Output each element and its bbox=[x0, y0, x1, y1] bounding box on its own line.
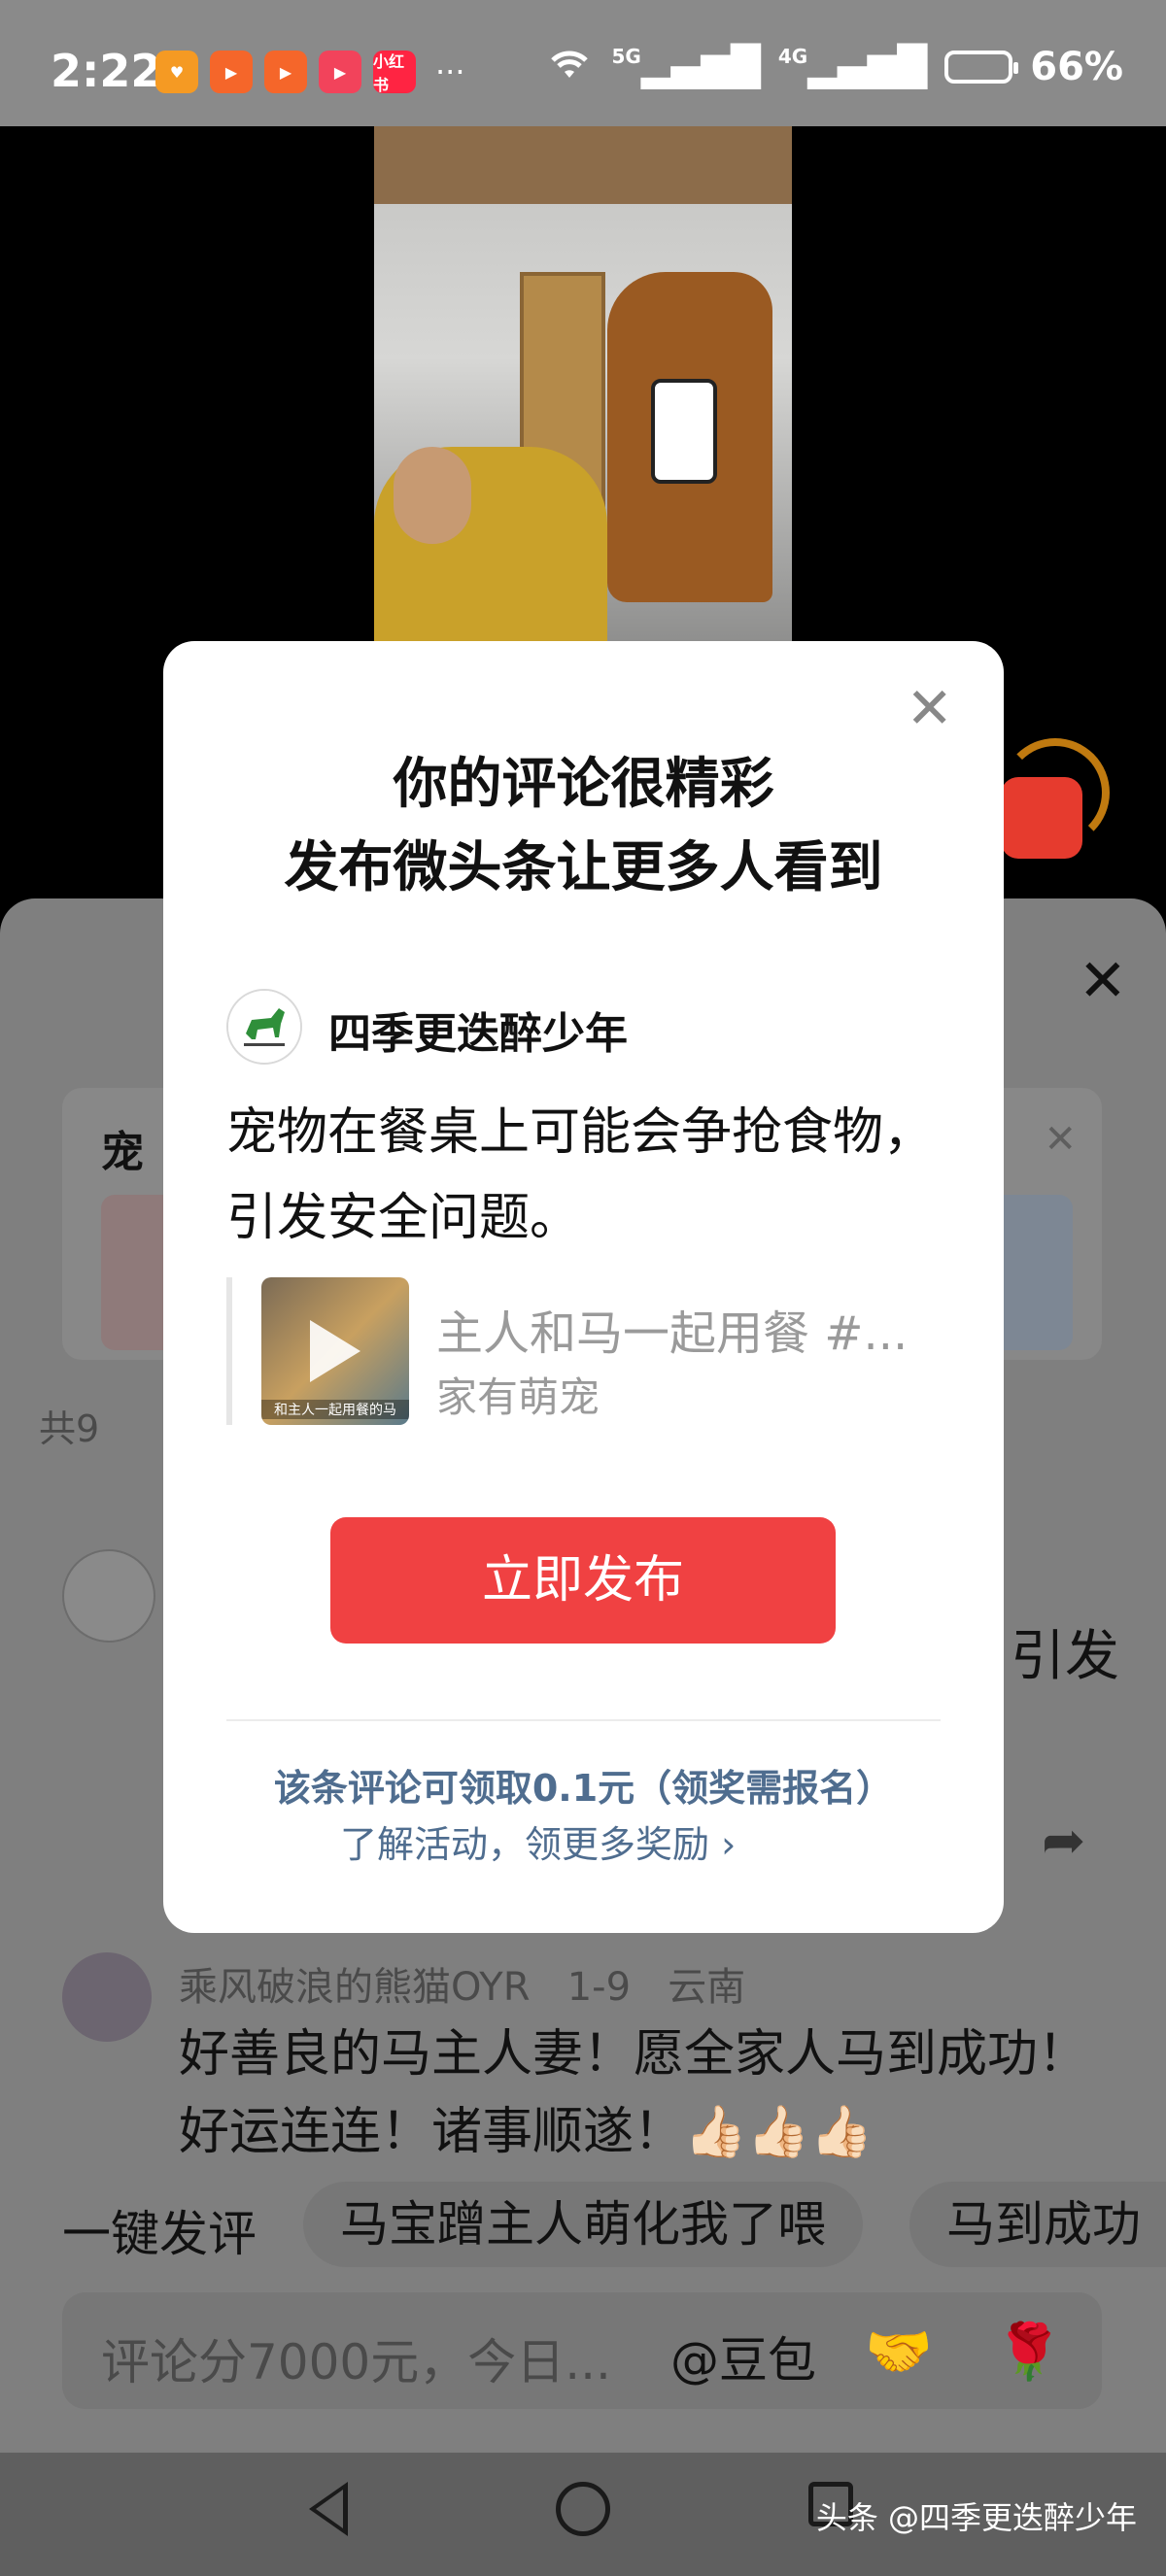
avatar[interactable] bbox=[62, 1549, 155, 1643]
video-frame[interactable] bbox=[374, 126, 792, 641]
comment-meta: 乘风破浪的熊猫OYR 1-9 云南 bbox=[179, 1955, 745, 2012]
reward-activity-link[interactable]: 了解活动，领更多奖励 › bbox=[340, 1814, 736, 1868]
status-time: 2:22 bbox=[51, 45, 162, 97]
status-indicators: 5G▂▄▆█ 4G▂▄▆█ 66% bbox=[545, 45, 1123, 89]
status-bar: 2:22 ♥ ▶ ▶ ▶ 小红书 ··· 5G▂▄▆█ 4G▂▄▆█ 66% bbox=[0, 0, 1166, 126]
quick-reply-chip[interactable]: 马宝蹭主人萌化我了喂 bbox=[303, 2182, 863, 2267]
quoted-video-source: 家有萌宠 bbox=[436, 1373, 600, 1421]
signal-5g-icon: 5G▂▄▆█ bbox=[611, 45, 761, 89]
kuaishou-lite-app-icon: ▶ bbox=[264, 51, 307, 93]
publish-button[interactable]: 立即发布 bbox=[330, 1517, 836, 1644]
battery-level: 66% bbox=[1030, 45, 1123, 89]
author-name: 四季更迭醉少年 bbox=[328, 1009, 628, 1059]
mention-doubao-button[interactable]: @豆包 bbox=[670, 2322, 816, 2391]
dialog-title-line1: 你的评论很精彩 bbox=[393, 753, 774, 816]
wifi-icon bbox=[545, 45, 594, 89]
quick-reply-chip[interactable]: 马到成功 bbox=[909, 2182, 1166, 2267]
comment-input-bar: 评论分7000元，今日... @豆包 🤝 🌹 bbox=[0, 2273, 1166, 2453]
avatar bbox=[226, 989, 302, 1065]
watermark: 头条 @四季更迭醉少年 bbox=[815, 2499, 1137, 2536]
quoted-video-title: 主人和马一起用餐 #... bbox=[436, 1306, 909, 1361]
more-notifications-icon: ··· bbox=[435, 53, 465, 90]
video-app-icon: ▶ bbox=[319, 51, 361, 93]
system-nav-bar: 头条 @四季更迭醉少年 bbox=[0, 2453, 1166, 2576]
comment-location: 云南 bbox=[668, 1965, 746, 2010]
heart-app-icon: ♥ bbox=[155, 51, 198, 93]
video-thumbnail[interactable]: 和主人一起用餐的马 bbox=[261, 1277, 409, 1425]
divider bbox=[226, 1719, 941, 1721]
quick-reply-bar: 一键发评 马宝蹭主人萌化我了喂 马到成功 bbox=[0, 2176, 1166, 2273]
kuaishou-app-icon: ▶ bbox=[210, 51, 253, 93]
xiaohongshu-app-icon: 小红书 bbox=[373, 51, 416, 94]
battery-icon bbox=[944, 51, 1019, 84]
home-icon[interactable] bbox=[556, 2482, 610, 2536]
handshake-emoji-icon[interactable]: 🤝 bbox=[865, 2320, 933, 2384]
phone-sticker bbox=[651, 379, 717, 484]
quoted-video[interactable]: 和主人一起用餐的马 主人和马一起用餐 #... 家有萌宠 bbox=[226, 1277, 951, 1425]
dialog-title-line2: 发布微头条让更多人看到 bbox=[284, 836, 883, 899]
thumbnail-caption: 和主人一起用餐的马 bbox=[261, 1400, 409, 1419]
comment-input[interactable]: 评论分7000元，今日... @豆包 🤝 🌹 bbox=[62, 2292, 1102, 2409]
share-icon[interactable]: ➦ bbox=[1042, 1810, 1085, 1871]
reward-text: 该条评论可领取0.1元（领奖需报名） bbox=[273, 1767, 894, 1810]
notification-app-icons: ♥ ▶ ▶ ▶ 小红书 ··· bbox=[155, 51, 465, 94]
play-icon bbox=[310, 1320, 360, 1382]
comment-input-placeholder: 评论分7000元，今日... bbox=[101, 2334, 611, 2390]
publish-dialog: ✕ 你的评论很精彩 发布微头条让更多人看到 四季更迭醉少年 宠物在餐桌上可能会争… bbox=[163, 641, 1004, 1933]
dialog-title: 你的评论很精彩 发布微头条让更多人看到 bbox=[163, 743, 1004, 910]
quick-reply-label: 一键发评 bbox=[62, 2206, 257, 2262]
comment-username[interactable]: 乘风破浪的熊猫OYR bbox=[179, 1965, 531, 2010]
comment-preview: 宠物在餐桌上可能会争抢食物，引发安全问题。 bbox=[226, 1103, 935, 1247]
avatar[interactable] bbox=[62, 1952, 152, 2042]
signal-4g-icon: 4G▂▄▆█ bbox=[777, 45, 928, 89]
topic-close-icon[interactable]: ✕ bbox=[1044, 1117, 1077, 1162]
close-icon[interactable]: ✕ bbox=[906, 680, 953, 736]
comment-date: 1-9 bbox=[566, 1965, 632, 2010]
comment-text: 好善良的马主人妻！愿全家人马到成功！好运连连！诸事顺遂！👍🏻👍🏻👍🏻 bbox=[179, 2025, 1089, 2161]
comment-text-fragment: 引发 bbox=[1011, 1625, 1119, 1688]
rose-emoji-icon[interactable]: 🌹 bbox=[995, 2320, 1063, 2384]
close-comments-icon[interactable]: ✕ bbox=[1079, 947, 1127, 1015]
topic-count: 共9 bbox=[39, 1407, 100, 1450]
red-packet-icon[interactable] bbox=[1001, 777, 1082, 859]
topic-title: 宠 bbox=[101, 1128, 144, 1177]
